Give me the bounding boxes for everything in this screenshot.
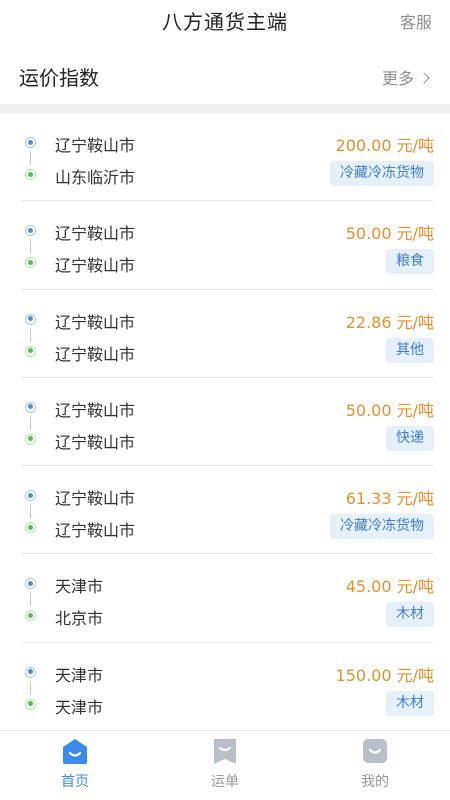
waybill-icon [214,739,236,764]
destination-city: 辽宁鞍山市 [55,256,136,276]
destination-dot-icon [25,698,36,710]
route-connector [30,151,31,165]
destination-dot-icon [25,345,36,357]
route-row[interactable]: 辽宁鞍山市 辽宁鞍山市 50.00 元/吨 快递 [20,378,434,467]
origin-city: 辽宁鞍山市 [55,489,136,509]
section-title: 运价指数 [19,66,99,90]
tab-waybill[interactable]: 运单 [195,737,255,791]
customer-service-button[interactable]: 客服 [400,9,432,33]
route-row[interactable]: 天津市 北京市 45.00 元/吨 木材 [20,554,434,643]
destination-city: 辽宁鞍山市 [55,432,136,452]
more-link[interactable]: 更多 [381,65,430,89]
origin-dot-icon [25,578,36,590]
route-price: 61.33 元/吨 [345,489,434,509]
cargo-type-badge: 快递 [386,425,434,451]
route-connector [30,239,31,254]
destination-dot-icon [25,169,36,180]
app-root: 八方通货主端 客服 运价指数 更多 辽宁鞍山市 山东临沂市 200.00 元/吨… [0,0,450,800]
origin-city: 辽宁鞍山市 [55,400,136,420]
app-title: 八方通货主端 [162,10,288,34]
route-connector [30,504,31,519]
cargo-type-badge: 木材 [386,690,434,716]
route-price: 45.00 元/吨 [345,577,434,597]
destination-city: 北京市 [55,609,104,629]
cargo-type-badge: 冷藏冷冻货物 [330,514,434,540]
top-bar: 八方通货主端 客服 [0,0,450,42]
destination-city: 山东临沂市 [55,168,136,187]
section-divider [0,104,450,113]
route-price: 200.00 元/吨 [335,136,434,155]
destination-city: 天津市 [55,697,104,717]
cargo-type-badge: 其他 [386,337,434,363]
origin-dot-icon [25,225,36,237]
chevron-right-icon [418,71,430,84]
origin-dot-icon [25,313,36,325]
origin-city: 辽宁鞍山市 [55,224,136,244]
route-price: 150.00 元/吨 [335,665,434,685]
profile-icon [363,739,387,763]
route-price: 50.00 元/吨 [345,224,434,244]
destination-city: 辽宁鞍山市 [55,521,136,541]
route-price: 50.00 元/吨 [345,400,434,420]
route-row[interactable]: 辽宁鞍山市 山东临沂市 200.00 元/吨 冷藏冷冻货物 [20,113,434,202]
route-price: 22.86 元/吨 [345,312,434,332]
cargo-type-badge: 木材 [386,602,434,628]
origin-dot-icon [25,137,36,148]
bottom-tab-bar: 首页 运单 我的 [0,730,450,800]
route-list: 辽宁鞍山市 山东临沂市 200.00 元/吨 冷藏冷冻货物 辽宁鞍山市 辽宁鞍山… [0,113,450,731]
home-icon [63,739,87,764]
cargo-type-badge: 冷藏冷冻货物 [330,161,434,186]
destination-dot-icon [25,610,36,622]
origin-dot-icon [25,401,36,413]
route-connector [30,327,31,342]
route-row[interactable]: 天津市 天津市 150.00 元/吨 木材 [20,643,434,731]
origin-dot-icon [25,490,36,502]
freight-index-header: 运价指数 更多 [0,48,450,104]
more-label: 更多 [381,69,414,88]
tab-profile[interactable]: 我的 [345,737,405,791]
route-connector [30,415,31,430]
destination-dot-icon [25,257,36,269]
tab-waybill-label: 运单 [211,774,239,790]
origin-dot-icon [25,666,36,678]
route-row[interactable]: 辽宁鞍山市 辽宁鞍山市 50.00 元/吨 粮食 [20,201,434,290]
destination-dot-icon [25,522,36,534]
route-row[interactable]: 辽宁鞍山市 辽宁鞍山市 22.86 元/吨 其他 [20,290,434,378]
tab-home-label: 首页 [61,774,89,790]
origin-city: 天津市 [55,665,104,685]
origin-city: 辽宁鞍山市 [55,136,136,155]
destination-dot-icon [25,433,36,445]
origin-city: 天津市 [55,577,104,597]
tab-home[interactable]: 首页 [45,737,105,791]
origin-city: 辽宁鞍山市 [55,312,136,332]
route-connector [30,592,31,607]
route-row[interactable]: 辽宁鞍山市 辽宁鞍山市 61.33 元/吨 冷藏冷冻货物 [20,466,434,555]
destination-city: 辽宁鞍山市 [55,344,136,364]
cargo-type-badge: 粮食 [386,249,434,275]
route-connector [30,680,31,695]
tab-profile-label: 我的 [361,774,389,790]
